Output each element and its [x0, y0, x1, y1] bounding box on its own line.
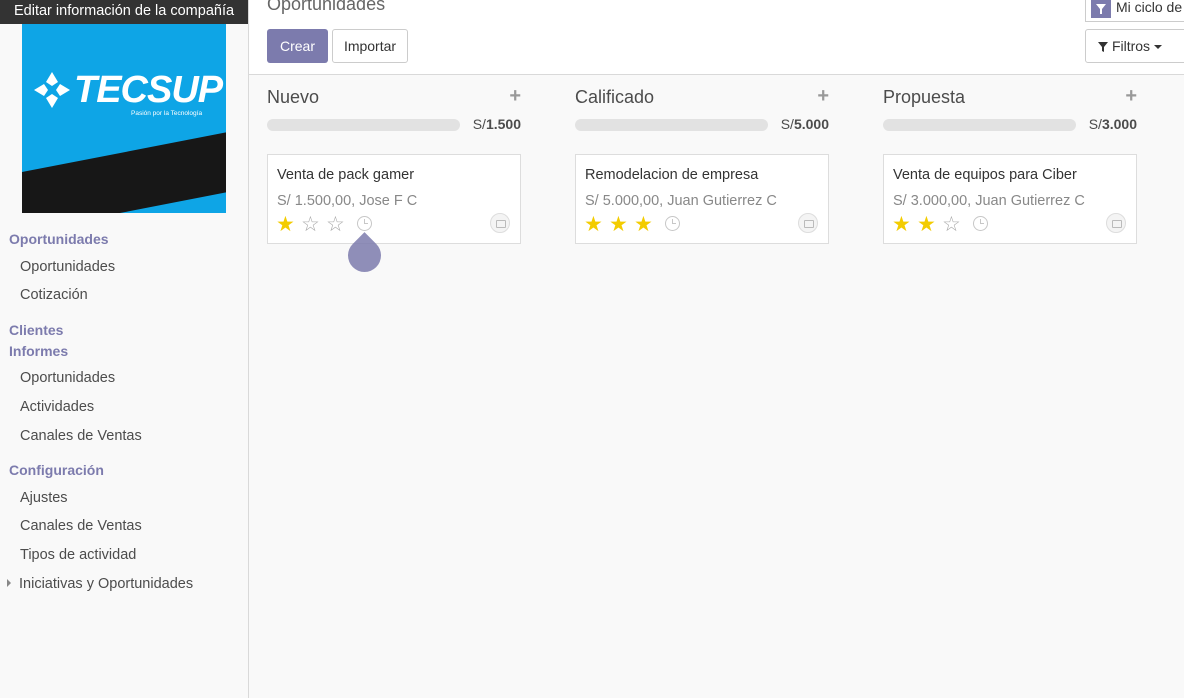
filter-facet-icon [1091, 0, 1111, 18]
logo-slogan: Pasión por la Tecnología [131, 110, 203, 117]
main-area: Oportunidades Crear Importar Mi ciclo de… [249, 0, 1184, 698]
star-empty-icon[interactable]: ☆ [301, 213, 326, 237]
card-title: Remodelacion de empresa [585, 167, 759, 183]
company-logo[interactable]: TECSUP Pasión por la Tecnología [22, 24, 226, 213]
column-title: Calificado [575, 87, 655, 107]
star-filled-icon[interactable]: ★ [276, 213, 301, 237]
add-to-column-icon[interactable]: + [817, 86, 829, 106]
page-title: Oportunidades [267, 0, 386, 14]
caret-down-icon [1153, 45, 1162, 49]
menu-item-actividades[interactable]: Actividades [20, 399, 94, 415]
create-button[interactable]: Crear [267, 29, 328, 63]
sidebar: TECSUP Pasión por la Tecnología Editar i… [0, 0, 249, 698]
priority-stars[interactable]: ★ ★ ☆ [892, 213, 967, 237]
column-total: S/3.000 [1088, 116, 1137, 132]
menu-item-cotizacion[interactable]: Cotización [20, 287, 88, 303]
column-total: S/1.500 [472, 116, 521, 132]
menu-item-oportunidades[interactable]: Oportunidades [20, 259, 115, 275]
logo-dark-band [22, 127, 226, 213]
avatar [490, 213, 510, 233]
opportunity-card[interactable]: Remodelacion de empresa S/ 5.000,00, Jua… [575, 154, 829, 244]
menu-item-canales-ventas-informe[interactable]: Canales de Ventas [20, 428, 142, 444]
opportunity-card[interactable]: Venta de equipos para Ciber S/ 3.000,00,… [883, 154, 1137, 244]
logo-tooltip: Editar información de la compañía [0, 0, 248, 24]
menu-section-clientes[interactable]: Clientes [9, 322, 63, 338]
star-filled-icon[interactable]: ★ [634, 213, 659, 237]
card-info: S/ 1.500,00, Jose F C [277, 193, 418, 209]
import-button[interactable]: Importar [332, 29, 408, 63]
column-total: S/5.000 [780, 116, 829, 132]
menu-item-canales-ventas-config[interactable]: Canales de Ventas [20, 518, 142, 534]
group-by-button[interactable] [1173, 29, 1184, 63]
facet-label: Mi ciclo de [1116, 0, 1183, 15]
avatar [798, 213, 818, 233]
logo-wordmark: TECSUP [74, 69, 223, 111]
menu-item-informes-oportunidades[interactable]: Oportunidades [20, 370, 115, 386]
add-to-column-icon[interactable]: + [509, 86, 521, 106]
column-title: Nuevo [267, 87, 320, 107]
filters-button[interactable]: Filtros [1085, 29, 1175, 63]
star-empty-icon[interactable]: ☆ [326, 213, 351, 237]
activity-clock-icon[interactable] [357, 216, 372, 231]
card-info: S/ 5.000,00, Juan Gutierrez C [585, 193, 777, 209]
menu-section-configuracion: Configuración [9, 462, 104, 478]
star-empty-icon[interactable]: ☆ [942, 213, 967, 237]
column-title: Propuesta [883, 87, 966, 107]
card-title: Venta de pack gamer [277, 167, 415, 183]
menu-section-informes: Informes [9, 343, 69, 359]
menu-item-tipos-actividad[interactable]: Tipos de actividad [20, 547, 136, 563]
card-info: S/ 3.000,00, Juan Gutierrez C [893, 193, 1085, 209]
menu-item-iniciativas[interactable]: Iniciativas y Oportunidades [19, 576, 193, 592]
star-filled-icon[interactable]: ★ [609, 213, 634, 237]
column-progress-bar[interactable] [267, 119, 460, 131]
search-facet[interactable]: Mi ciclo de [1085, 0, 1184, 22]
priority-stars[interactable]: ★ ☆ ☆ [276, 213, 351, 237]
column-progress-bar[interactable] [575, 119, 768, 131]
activity-clock-icon[interactable] [973, 216, 988, 231]
tecsup-mark-icon [34, 72, 70, 108]
opportunity-card[interactable]: Venta de pack gamer S/ 1.500,00, Jose F … [267, 154, 521, 244]
column-progress-bar[interactable] [883, 119, 1076, 131]
add-to-column-icon[interactable]: + [1125, 86, 1137, 106]
filter-icon [1098, 42, 1109, 52]
star-filled-icon[interactable]: ★ [584, 213, 609, 237]
card-title: Venta de equipos para Ciber [893, 167, 1077, 183]
filters-label: Filtros [1111, 38, 1151, 54]
menu-section-oportunidades: Oportunidades [9, 231, 109, 247]
priority-stars[interactable]: ★ ★ ★ [584, 213, 659, 237]
star-filled-icon[interactable]: ★ [892, 213, 917, 237]
caret-right-icon[interactable] [7, 579, 11, 587]
menu-item-ajustes[interactable]: Ajustes [20, 490, 68, 506]
star-filled-icon[interactable]: ★ [917, 213, 942, 237]
control-panel: Oportunidades Crear Importar Mi ciclo de… [249, 0, 1184, 75]
avatar [1106, 213, 1126, 233]
activity-clock-icon[interactable] [665, 216, 680, 231]
